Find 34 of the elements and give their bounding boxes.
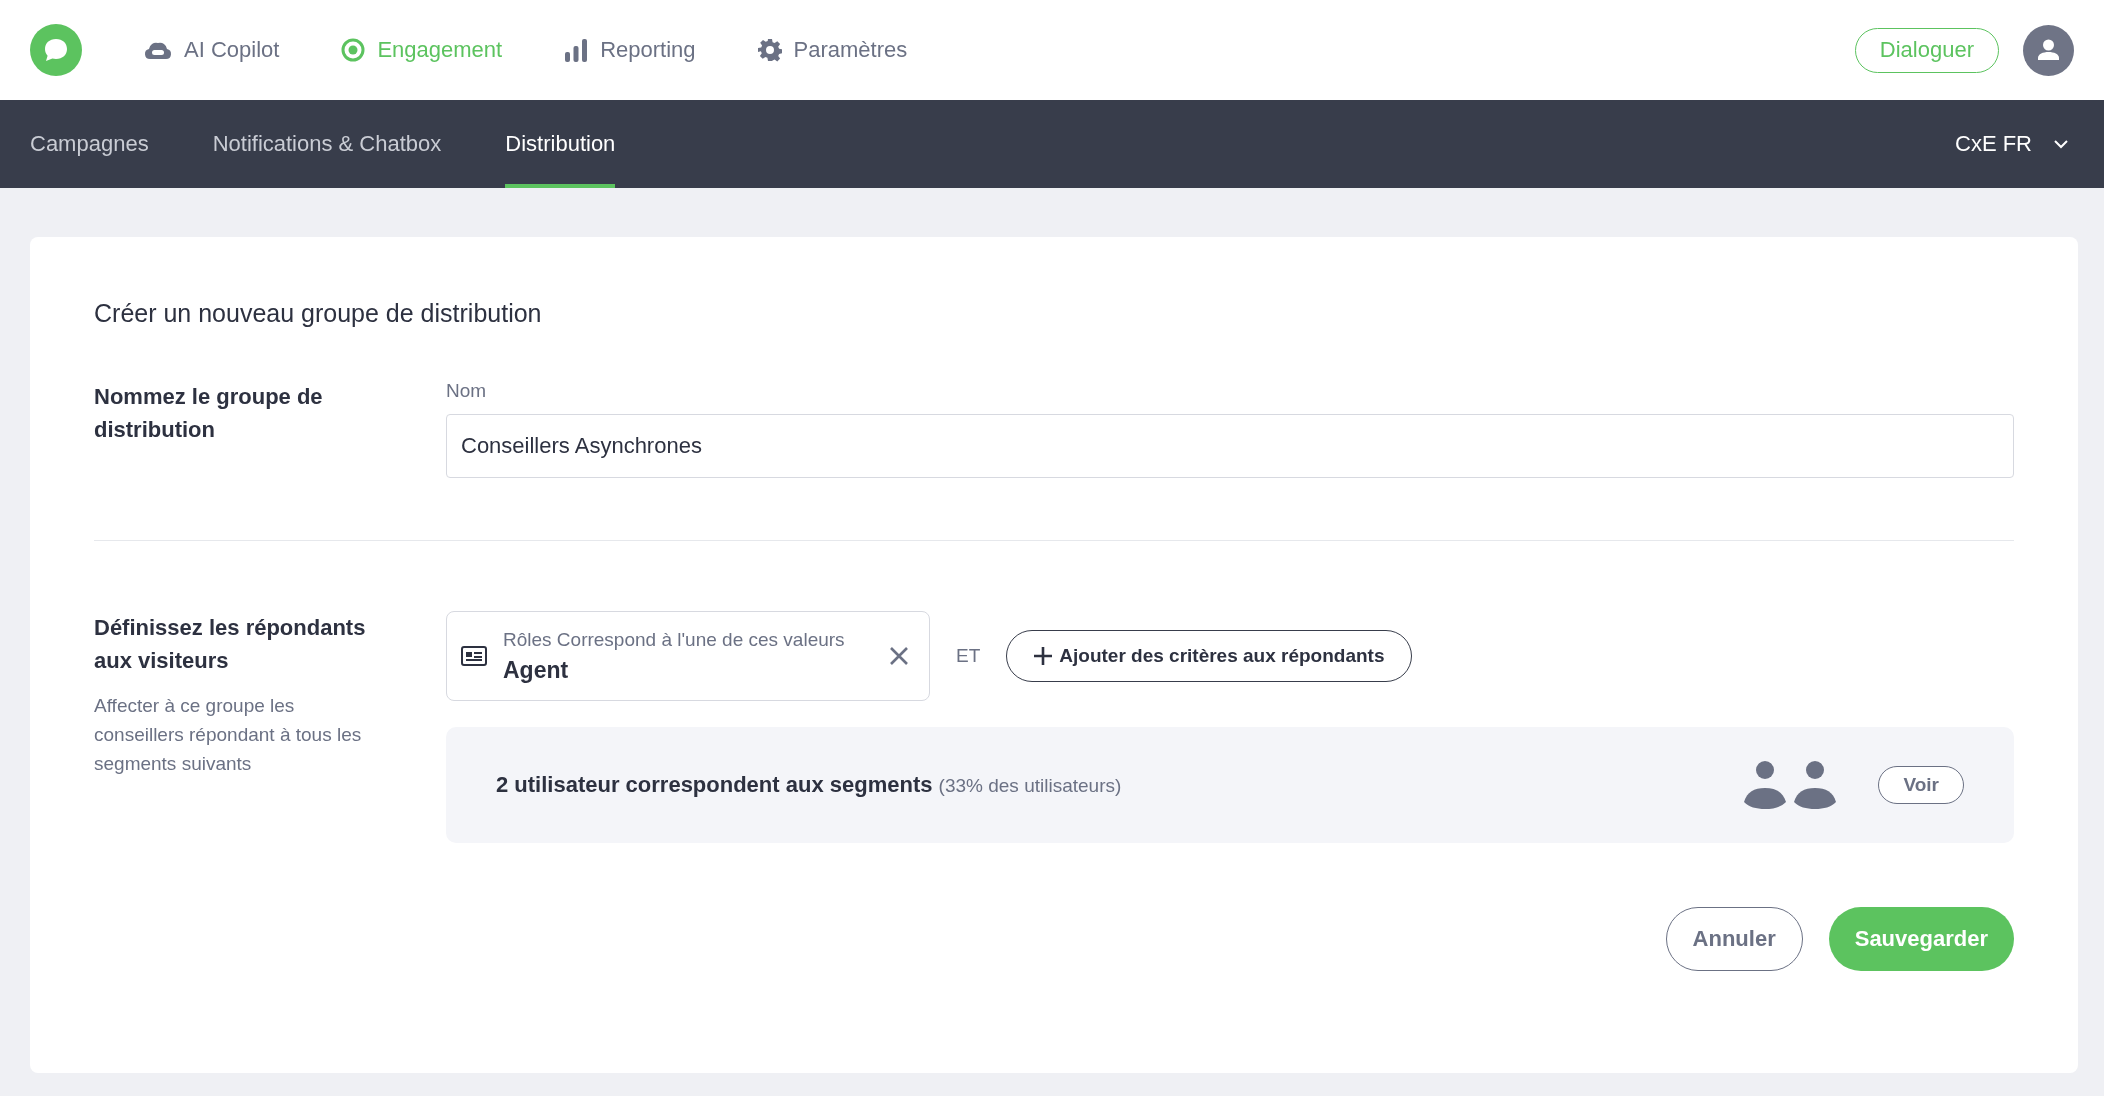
remove-button[interactable] [889,646,909,666]
criterion-chip[interactable]: Rôles Correspond à l'une de ces valeurs Agent [446,611,930,701]
bar-chart-icon [564,38,589,62]
add-criteria-button[interactable]: Ajouter des critères aux répondants [1006,630,1412,682]
close-icon [889,646,909,666]
plus-icon [1033,646,1054,666]
nav-item[interactable]: AI Copilot [144,37,280,63]
nav-label: AI Copilot [184,37,280,63]
id-card-icon [461,646,487,666]
workspace-dropdown[interactable]: CxE FR [1949,100,2074,188]
nav-label: Paramètres [793,37,908,63]
section-heading: Nommez le groupe de distribution [94,383,324,444]
section-description: Affecter à ce groupe les conseillers répondant à tous les segments suivants [94,694,363,776]
user-avatar-icon[interactable] [2023,24,2074,76]
section-heading: Définissez les répondants aux visiteurs [94,614,367,675]
nav-label: Reporting [600,37,696,63]
tab[interactable]: Distribution [505,100,616,188]
criterion-value: Agent [503,656,570,684]
nav-item[interactable]: Reporting [564,37,696,63]
tab[interactable]: Campagnes [30,100,149,188]
field-label: Nom [446,380,488,402]
settings-icon [757,38,782,62]
connector-label: ET [956,645,981,667]
tab[interactable]: Notifications & Chatbox [212,100,442,188]
chevron-down-icon [2054,139,2068,149]
nav-label: Engagement [377,37,503,63]
target-icon [341,38,366,62]
nav-item[interactable]: Paramètres [757,37,908,63]
name-input-field[interactable]: Conseillers Asynchrones [446,414,2014,478]
criterion-label: Rôles Correspond à l'une de ces valeurs [503,628,846,651]
cancel-button[interactable]: Annuler [1665,907,1803,971]
form-title: Créer un nouveau groupe de distribution [94,299,543,328]
summary-text: 2 utilisateur correspondent aux segments (33% des utilisateurs) [496,772,1123,798]
view-button[interactable]: Voir [1878,766,1964,804]
